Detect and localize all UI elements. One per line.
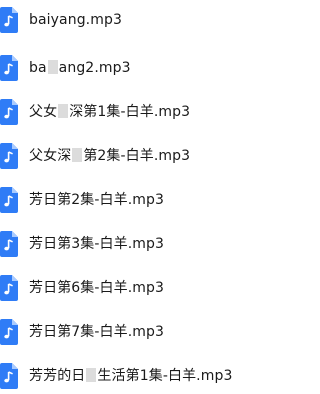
- list-item[interactable]: ba ang2.mp3: [0, 50, 306, 86]
- list-item[interactable]: 芳芳的日 生活第1集-白羊.mp3: [0, 358, 306, 394]
- list-item[interactable]: 芳日第7集-白羊.mp3: [0, 314, 306, 350]
- file-name: 父女 深第1集-白羊.mp3: [29, 104, 191, 120]
- file-name: 父女深 第2集-白羊.mp3: [29, 148, 191, 164]
- list-item[interactable]: 芳日第2集-白羊.mp3: [0, 182, 306, 218]
- file-list: baiyang.mp3 ba ang2.mp3 父女 深第1集-白羊.mp3 父…: [0, 0, 306, 389]
- redaction-block: [72, 148, 83, 162]
- file-name: 芳日第6集-白羊.mp3: [29, 280, 165, 296]
- audio-file-icon: [0, 7, 18, 33]
- file-name: 芳日第7集-白羊.mp3: [29, 324, 165, 340]
- list-item[interactable]: 芳日第6集-白羊.mp3: [0, 270, 306, 306]
- list-item[interactable]: 芳日第3集-白羊.mp3: [0, 226, 306, 262]
- audio-file-icon: [0, 55, 18, 81]
- file-name: 芳日第3集-白羊.mp3: [29, 236, 165, 252]
- file-name: 芳芳的日 生活第1集-白羊.mp3: [29, 368, 233, 384]
- file-name: ba ang2.mp3: [29, 60, 131, 76]
- audio-file-icon: [0, 143, 18, 169]
- redaction-block: [47, 60, 58, 74]
- file-name: 芳日第2集-白羊.mp3: [29, 192, 165, 208]
- audio-file-icon: [0, 275, 18, 301]
- audio-file-icon: [0, 99, 18, 125]
- redaction-block: [86, 368, 97, 382]
- audio-file-icon: [0, 363, 18, 389]
- file-name: baiyang.mp3: [29, 12, 122, 28]
- redaction-block: [58, 104, 69, 118]
- list-item[interactable]: 父女 深第1集-白羊.mp3: [0, 94, 306, 130]
- audio-file-icon: [0, 319, 18, 345]
- list-item[interactable]: baiyang.mp3: [0, 2, 306, 38]
- list-item[interactable]: 父女深 第2集-白羊.mp3: [0, 138, 306, 174]
- audio-file-icon: [0, 187, 18, 213]
- audio-file-icon: [0, 231, 18, 257]
